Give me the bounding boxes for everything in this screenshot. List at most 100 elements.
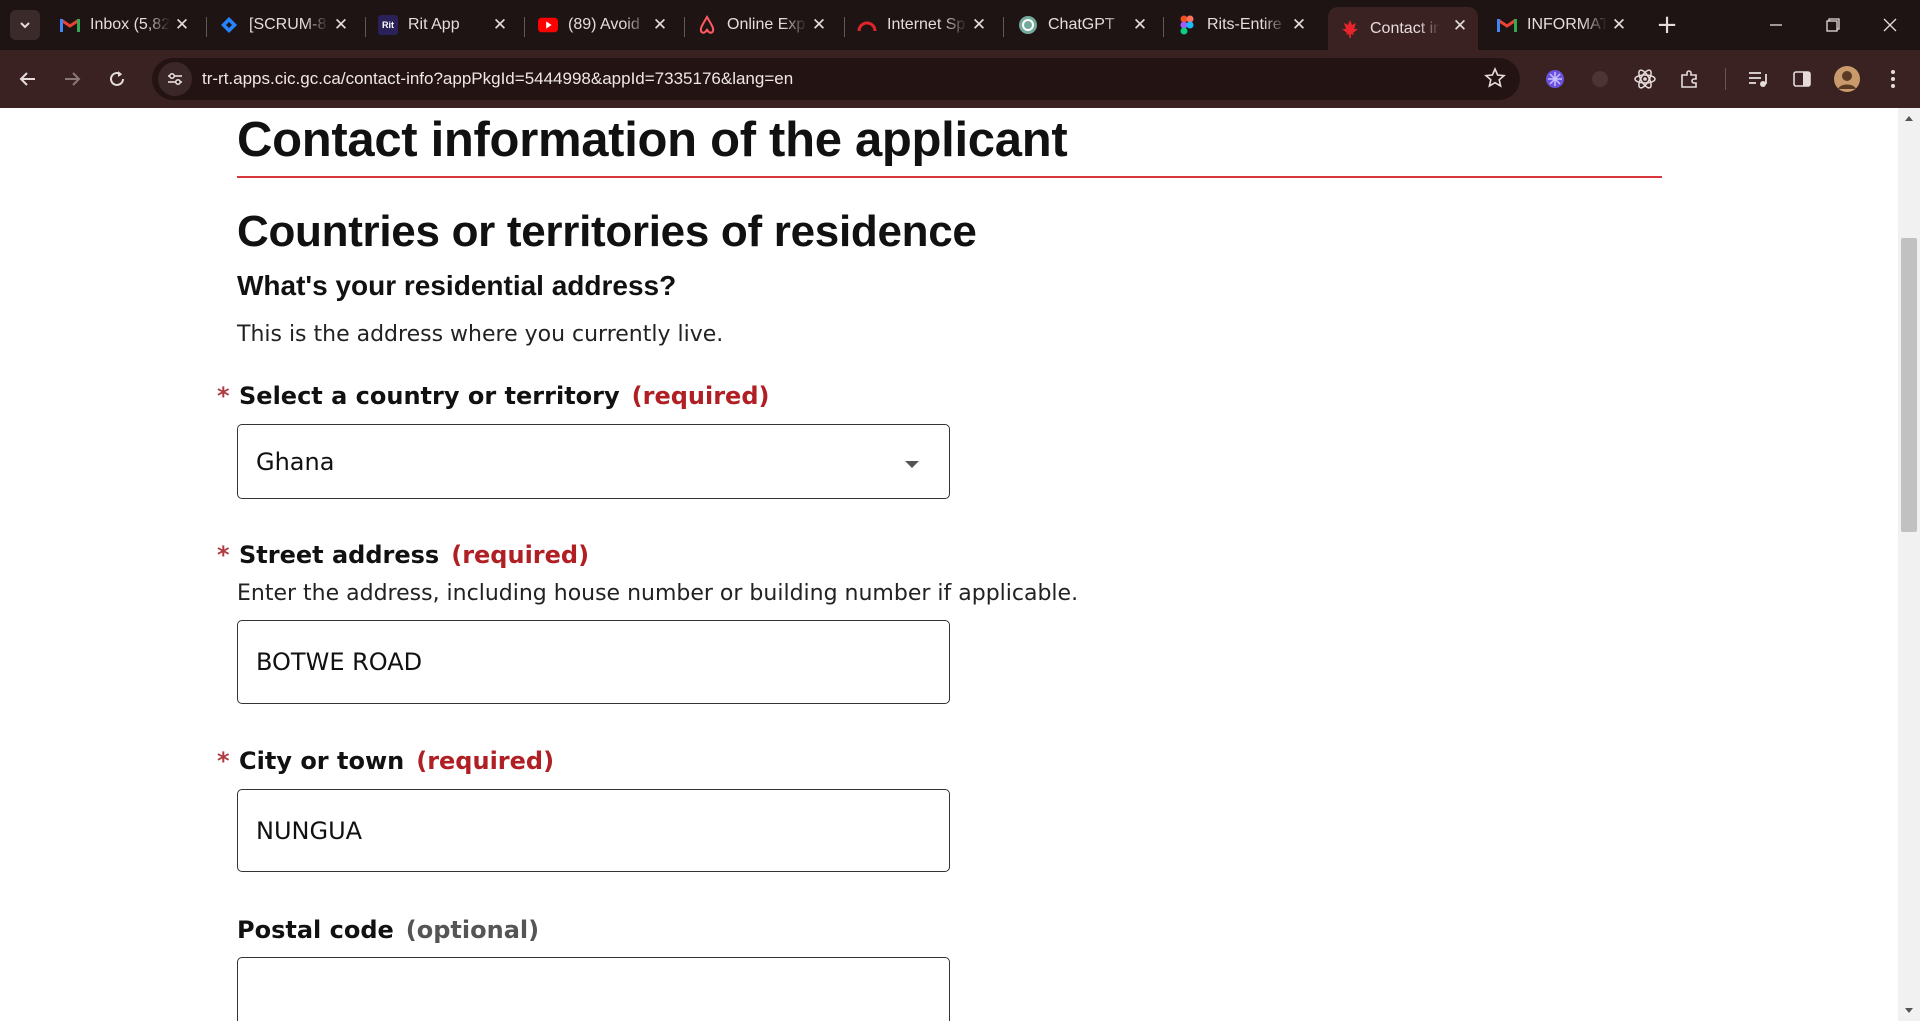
gmail-icon: [1497, 15, 1517, 35]
country-label-text: Select a country or territory: [239, 382, 620, 410]
country-selected-value: Ghana: [256, 447, 335, 476]
figma-icon: [1177, 15, 1197, 35]
page-content: Contact information of the applicant Cou…: [0, 108, 1898, 1021]
section-title: Countries or territories of residence: [237, 207, 977, 256]
close-tab-icon[interactable]: ✕: [1130, 15, 1150, 35]
required-tag: (required): [416, 747, 555, 775]
required-tag: (required): [451, 541, 590, 569]
tab-title: Contact in: [1370, 19, 1440, 37]
address-bar[interactable]: tr-rt.apps.cic.gc.ca/contact-info?appPkg…: [152, 58, 1520, 100]
required-asterisk: *: [217, 541, 230, 569]
speedtest-icon: [857, 15, 877, 35]
reload-icon: [110, 71, 124, 86]
tune-icon: [168, 72, 182, 86]
street-hint: Enter the address, including house numbe…: [237, 581, 1079, 606]
maple-leaf-icon: [1340, 19, 1360, 39]
tab-title: Inbox (5,82: [90, 16, 170, 33]
back-button[interactable]: [12, 63, 44, 95]
close-tab-icon[interactable]: ✕: [490, 15, 510, 35]
bookmark-star-icon[interactable]: [1484, 66, 1506, 93]
city-label-text: City or town: [239, 747, 405, 775]
tab-strip: Inbox (5,82 ✕ [SCRUM-8 ✕ Rit Rit App ✕ (…: [0, 0, 1920, 50]
tab-internet-speed[interactable]: Internet Sp ✕: [857, 7, 991, 43]
chevron-down-icon: [20, 22, 30, 29]
close-icon: [1883, 18, 1897, 32]
lead-text: This is the address where you currently …: [237, 322, 724, 347]
restore-button[interactable]: [1815, 10, 1851, 40]
close-window-button[interactable]: [1872, 10, 1908, 40]
tab-figma[interactable]: Rits-Entire ✕: [1177, 7, 1311, 43]
tab-title: (89) Avoid: [568, 16, 640, 33]
title-divider: [237, 176, 1662, 178]
country-label: * Select a country or territory (require…: [217, 382, 769, 410]
close-tab-icon[interactable]: ✕: [650, 15, 670, 35]
street-address-value: BOTWE ROAD: [256, 648, 423, 676]
tab-title: INFORMAT: [1527, 16, 1607, 33]
rit-app-icon-text: Rit: [382, 20, 394, 30]
required-asterisk: *: [217, 747, 230, 775]
rit-app-icon: Rit: [378, 15, 398, 35]
dropdown-caret-icon: [905, 461, 919, 468]
minimize-icon: [1770, 24, 1782, 26]
url-text: tr-rt.apps.cic.gc.ca/contact-info?appPkg…: [202, 69, 794, 88]
scroll-up-icon[interactable]: [1905, 116, 1913, 121]
side-panel-icon[interactable]: [1787, 64, 1817, 94]
close-tab-icon[interactable]: ✕: [1609, 15, 1629, 35]
city-label: * City or town (required): [217, 747, 554, 775]
forward-button[interactable]: [56, 63, 88, 95]
forward-arrow-icon: [65, 72, 81, 86]
page-scrollbar[interactable]: [1898, 108, 1920, 1021]
back-arrow-icon: [19, 72, 35, 86]
tab-youtube[interactable]: (89) Avoid ✕: [538, 7, 672, 43]
jira-icon: [219, 15, 239, 35]
close-tab-icon[interactable]: ✕: [1450, 16, 1470, 36]
tab-title: Rits-Entire: [1207, 16, 1282, 33]
minimize-button[interactable]: [1758, 10, 1794, 40]
tab-inbox[interactable]: Inbox (5,82 ✕: [60, 7, 194, 43]
close-tab-icon[interactable]: ✕: [1289, 15, 1309, 35]
tab-title: Online Exp: [727, 16, 806, 33]
reload-button[interactable]: [101, 63, 133, 95]
site-info-button[interactable]: [158, 62, 192, 96]
youtube-icon: [538, 15, 558, 35]
more-menu-icon[interactable]: [1878, 64, 1908, 94]
required-tag: (required): [631, 382, 770, 410]
question-heading: What's your residential address?: [237, 270, 677, 301]
browser-toolbar: tr-rt.apps.cic.gc.ca/contact-info?appPkg…: [0, 50, 1920, 108]
media-controls-icon[interactable]: [1743, 64, 1773, 94]
postal-code-input[interactable]: [237, 957, 950, 1021]
close-tab-icon[interactable]: ✕: [809, 15, 829, 35]
profile-avatar[interactable]: [1832, 64, 1862, 94]
extension-sparkle-icon[interactable]: [1540, 64, 1570, 94]
scrollbar-thumb[interactable]: [1901, 238, 1917, 532]
country-select[interactable]: Ghana: [237, 424, 950, 499]
new-tab-button[interactable]: +: [1652, 10, 1682, 40]
airbnb-icon: [697, 15, 717, 35]
page-title: Contact information of the applicant: [237, 113, 1068, 167]
close-tab-icon[interactable]: ✕: [172, 15, 192, 35]
chatgpt-icon: [1018, 15, 1038, 35]
react-devtools-icon[interactable]: [1630, 64, 1660, 94]
extension-dark-icon[interactable]: [1585, 64, 1615, 94]
tab-contact-info[interactable]: Contact in ✕: [1328, 7, 1478, 50]
restore-icon: [1826, 18, 1840, 32]
street-label-text: Street address: [239, 541, 440, 569]
scroll-down-icon[interactable]: [1905, 1008, 1913, 1013]
required-asterisk: *: [217, 382, 230, 410]
city-input[interactable]: NUNGUA: [237, 789, 950, 872]
close-tab-icon[interactable]: ✕: [331, 15, 351, 35]
tab-online-exp[interactable]: Online Exp ✕: [697, 7, 831, 43]
tab-chatgpt[interactable]: ChatGPT ✕: [1018, 7, 1152, 43]
city-value: NUNGUA: [256, 816, 363, 845]
tab-scrum[interactable]: [SCRUM-8 ✕: [219, 7, 353, 43]
tab-title: Internet Sp: [887, 16, 966, 33]
street-label: * Street address (required): [217, 541, 589, 569]
tab-informat[interactable]: INFORMAT ✕: [1497, 7, 1631, 43]
extensions-puzzle-icon[interactable]: [1675, 64, 1705, 94]
close-tab-icon[interactable]: ✕: [969, 15, 989, 35]
tab-search-button[interactable]: [10, 10, 40, 40]
tab-rit-app[interactable]: Rit Rit App ✕: [378, 7, 512, 43]
tab-title: Rit App: [408, 16, 460, 33]
street-address-input[interactable]: BOTWE ROAD: [237, 620, 950, 704]
postal-label: Postal code (optional): [237, 916, 539, 944]
